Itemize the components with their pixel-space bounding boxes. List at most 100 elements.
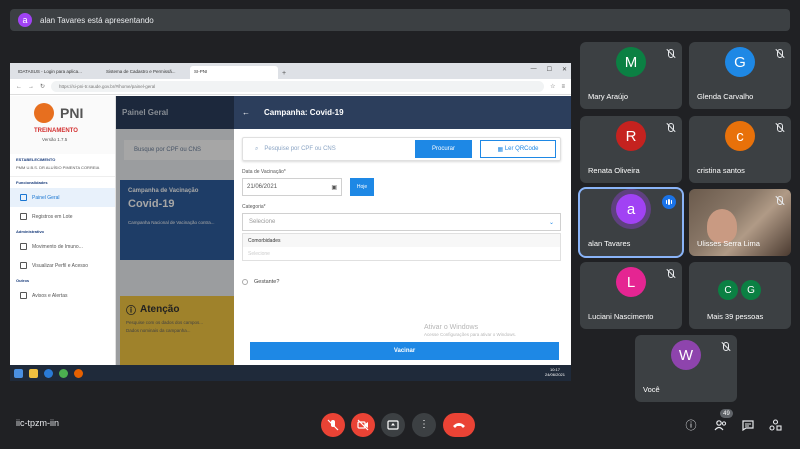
browser-tab-active[interactable]: SI-PNI — [190, 66, 278, 79]
mic-off-icon — [774, 122, 785, 133]
leave-call-button[interactable] — [443, 413, 475, 437]
reload-icon[interactable]: ↻ — [40, 83, 45, 90]
calendar-icon[interactable]: ▣ — [331, 184, 337, 191]
info-icon[interactable]: ⓘ — [683, 417, 699, 433]
sidebar-item-label: Visualizar Perfil e Acesso — [32, 262, 89, 269]
back-arrow-icon[interactable]: ← — [242, 108, 250, 117]
meeting-code: iic-tpzm-iin — [16, 418, 60, 428]
modal-title: Campanha: Covid-19 — [264, 108, 344, 117]
new-tab-icon[interactable]: + — [278, 70, 290, 79]
folder-icon[interactable] — [29, 368, 38, 378]
more-people-tile[interactable]: C G Mais 39 pessoas — [689, 262, 791, 329]
category-select[interactable]: Selecione ⌄ — [242, 213, 561, 231]
avatar: C — [718, 280, 738, 300]
present-button[interactable] — [381, 413, 405, 437]
participant-tile[interactable]: c cristina santos — [689, 116, 791, 183]
today-button[interactable]: Hoje — [350, 178, 374, 196]
search-placeholder: Pesquise por CPF ou CNS — [264, 146, 336, 152]
chrome-icon[interactable] — [59, 368, 68, 378]
category-dropdown: Comorbidades Selecione — [242, 233, 561, 261]
people-glyph — [714, 419, 726, 430]
watermark-line: Ativar o Windows — [424, 324, 479, 331]
edit-icon — [20, 213, 27, 220]
env-label: TREINAMENTO — [34, 128, 78, 134]
camera-toggle-button[interactable] — [351, 413, 375, 437]
browser-tabbar: IDATASUS - Login para aplica... Sistema … — [10, 63, 571, 79]
sidebar: PNI TREINAMENTO Versão 1.7.5 ESTABELECIM… — [10, 96, 116, 365]
firefox-icon[interactable] — [74, 368, 83, 378]
mic-off-icon — [665, 48, 676, 59]
participant-tile[interactable]: R Renata Oliveira — [580, 116, 682, 183]
participant-tile[interactable]: M Mary Araújo — [580, 42, 682, 109]
mic-toggle-button[interactable] — [321, 413, 345, 437]
windows-start-icon[interactable] — [14, 368, 23, 378]
edge-icon[interactable] — [44, 368, 53, 378]
close-icon[interactable]: ✕ — [562, 66, 567, 73]
minimize-icon[interactable]: — — [531, 66, 537, 73]
qrcode-button[interactable]: ▦ Ler QRCode — [480, 140, 556, 158]
presenting-text: alan Tavares está apresentando — [40, 15, 154, 25]
avatar: W — [671, 340, 701, 371]
participant-tile[interactable]: G Glenda Carvalho — [689, 42, 791, 109]
date-value: 21/06/2021 — [247, 184, 278, 190]
dropdown-option[interactable]: Selecione — [243, 247, 560, 260]
mic-off-icon — [720, 341, 731, 352]
qrcode-icon: ▦ — [497, 146, 505, 153]
sidebar-item-perfil[interactable]: Visualizar Perfil e Acesso — [10, 256, 115, 275]
section-features: Funcionalidades — [16, 180, 48, 185]
sidebar-item-painel-geral[interactable]: Painel Geral — [10, 188, 115, 207]
establishment-name[interactable]: PMM U.B.S. DR ALUÍSIO PIMENTA CORREIA — [10, 165, 115, 177]
forward-icon[interactable]: → — [28, 84, 34, 90]
avatar: L — [616, 267, 646, 298]
chat-icon[interactable] — [740, 417, 756, 433]
url-field[interactable]: https://si-pni-tr.saude.gov.br/#/home/pa… — [51, 81, 545, 92]
self-tile[interactable]: W Você — [635, 335, 737, 402]
menu-icon[interactable]: ≡ — [561, 84, 565, 90]
participant-name: Você — [643, 385, 660, 394]
dropdown-option[interactable]: Comorbidades — [243, 234, 560, 247]
more-vert-icon: ⋮ — [419, 419, 429, 430]
category-placeholder: Selecione — [249, 219, 276, 225]
patient-search-input[interactable]: ⌕ Pesquise por CPF ou CNS — [243, 146, 415, 153]
sidebar-item-movimento[interactable]: Movimento de Imuno... — [10, 237, 115, 256]
date-field[interactable]: 21/06/2021 ▣ — [242, 178, 342, 196]
hang-up-icon — [453, 423, 465, 428]
logo-text: PNI — [60, 105, 84, 121]
clock-date: 24/06/2021 — [544, 372, 565, 377]
participant-name: Luciani Nascimento — [588, 312, 654, 321]
mic-off-icon — [327, 419, 339, 431]
avatar: R — [616, 121, 646, 152]
participant-name: cristina santos — [697, 166, 745, 175]
windows-taskbar: 10:17 24/06/2021 — [10, 365, 571, 381]
browser-tab[interactable]: Sistema de Cadastro e Permissã... — [102, 66, 190, 79]
maximize-icon[interactable]: ☐ — [547, 66, 552, 73]
people-icon[interactable] — [712, 417, 728, 433]
category-label: Categoria* — [242, 204, 266, 210]
sidebar-item-avisos[interactable]: Avisos e Alertas — [10, 286, 115, 305]
section-admin: Administrativo — [16, 229, 45, 234]
pregnant-row[interactable]: Gestante? — [242, 279, 561, 285]
avatar: a — [616, 194, 646, 225]
pregnant-radio[interactable] — [242, 279, 248, 285]
date-row: 21/06/2021 ▣ Hoje — [242, 178, 561, 196]
search-button[interactable]: Procurar — [415, 140, 472, 158]
windows-watermark: Ativar o Windows Acesse Configurações pa… — [424, 324, 516, 338]
mic-off-icon — [665, 122, 676, 133]
sidebar-item-registros[interactable]: Registros em Lote — [10, 207, 115, 226]
bookmark-icon[interactable]: ☆ — [550, 83, 555, 90]
participant-tile-video[interactable]: Ulisses Serra Lima — [689, 189, 791, 256]
participant-tile-speaking[interactable]: a alan Tavares — [578, 187, 684, 258]
participant-tile[interactable]: L Luciani Nascimento — [580, 262, 682, 329]
presenting-banner: a alan Tavares está apresentando — [10, 9, 790, 31]
date-label: Data de Vacinação* — [242, 169, 286, 175]
alert-icon — [20, 292, 27, 299]
more-options-button[interactable]: ⋮ — [412, 413, 436, 437]
participant-name: Glenda Carvalho — [697, 92, 754, 101]
activities-glyph — [768, 419, 782, 431]
browser-tab[interactable]: IDATASUS - Login para aplica... — [14, 66, 102, 79]
activities-icon[interactable] — [767, 417, 783, 433]
vaccinate-button[interactable]: Vacinar — [250, 342, 559, 360]
mic-off-icon — [665, 268, 676, 279]
avatar: c — [725, 121, 755, 152]
back-icon[interactable]: ← — [16, 84, 22, 90]
